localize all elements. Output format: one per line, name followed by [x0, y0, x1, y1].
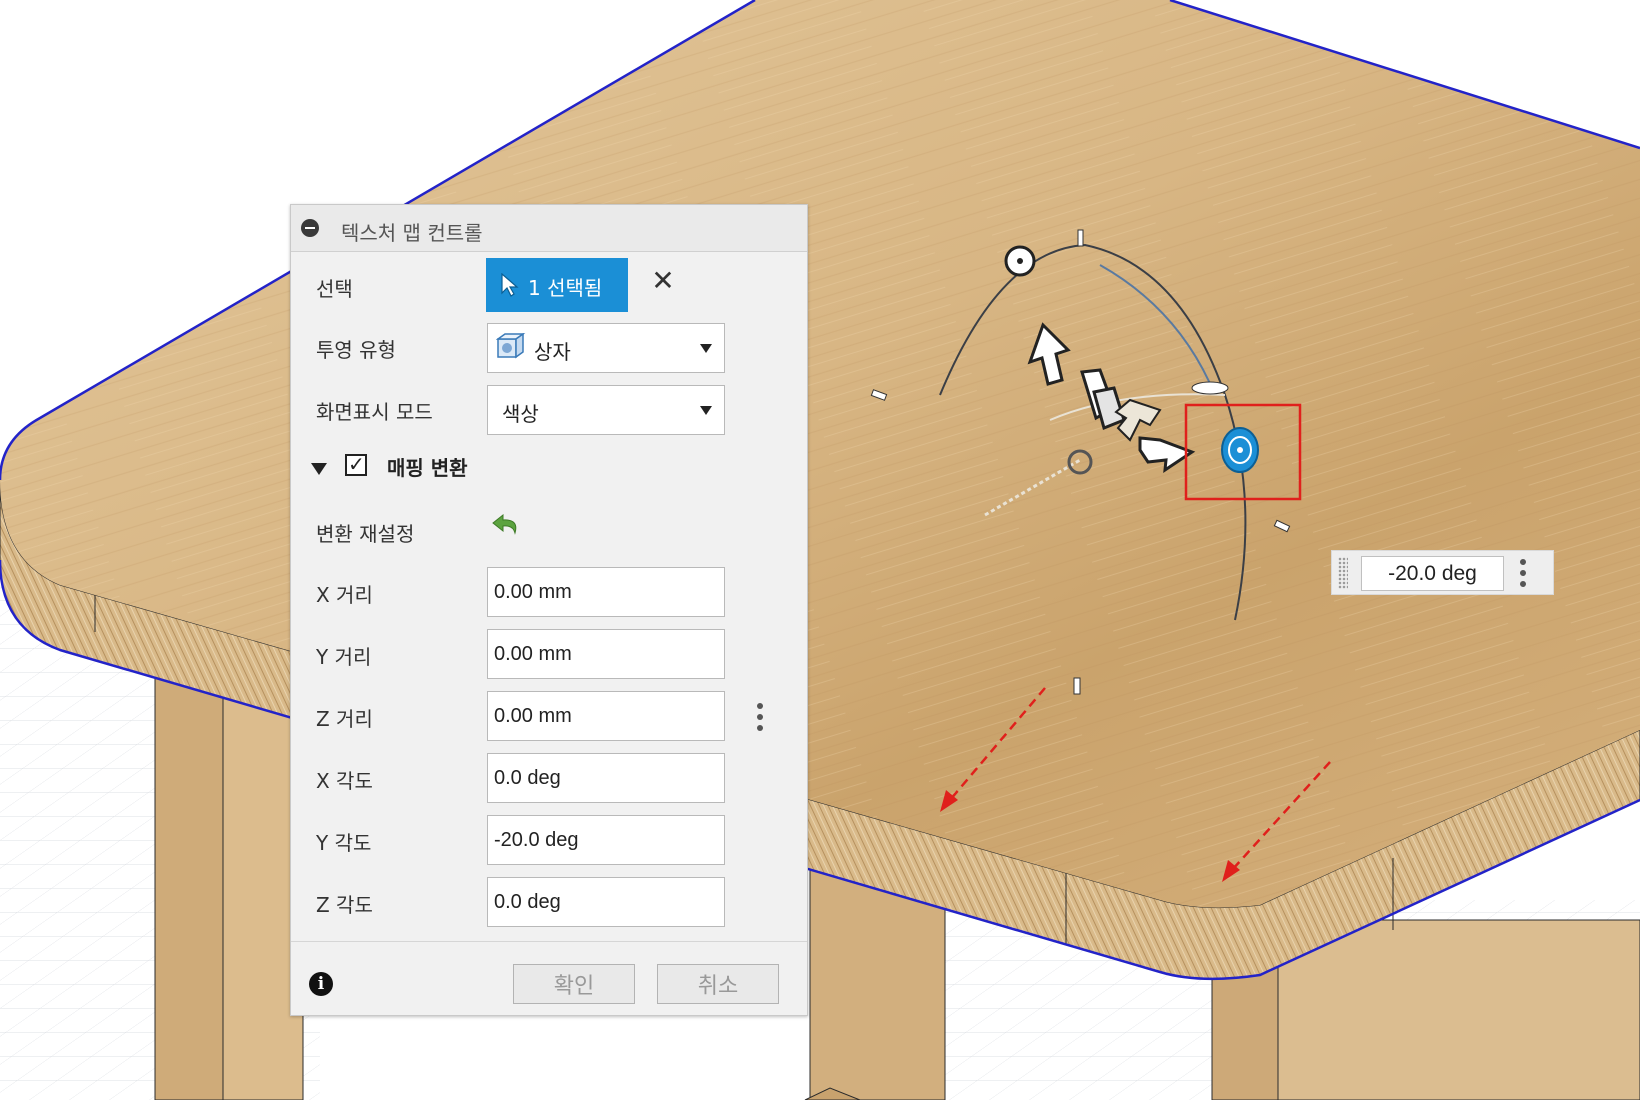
- collapse-icon[interactable]: [301, 219, 319, 237]
- panel-title: 텍스처 맵 컨트롤: [341, 221, 483, 245]
- angle-value-popup: [1331, 550, 1554, 595]
- z-distance-label: Z 거리: [316, 707, 373, 731]
- cursor-icon: [501, 273, 519, 297]
- y-distance-input[interactable]: [487, 629, 725, 679]
- x-distance-label: X 거리: [316, 583, 373, 607]
- x-distance-input[interactable]: [487, 567, 725, 617]
- cancel-button[interactable]: 취소: [657, 964, 779, 1004]
- selection-button[interactable]: 1 선택됨: [486, 258, 628, 312]
- table-leg: [809, 869, 946, 1100]
- clear-selection-icon[interactable]: ✕: [649, 267, 677, 295]
- box-projection-icon: [496, 333, 526, 359]
- x-angle-label: X 각도: [316, 769, 373, 793]
- panel-header[interactable]: 텍스처 맵 컨트롤: [291, 205, 807, 252]
- more-options-icon[interactable]: [1519, 559, 1527, 587]
- ok-button[interactable]: 확인: [513, 964, 635, 1004]
- panel-footer: i 확인 취소: [291, 941, 807, 1016]
- drag-handle-icon[interactable]: [1338, 557, 1348, 589]
- texture-map-panel: 텍스처 맵 컨트롤 선택 1 선택됨 ✕ 투영 유형 상자 화면표시 모드 색상…: [290, 204, 808, 1016]
- y-angle-label: Y 각도: [316, 831, 372, 855]
- chevron-down-icon: [700, 406, 712, 415]
- table-leg-side: [1277, 919, 1640, 1100]
- reset-transform-label: 변환 재설정: [316, 522, 415, 546]
- display-mode-dropdown[interactable]: 색상: [487, 385, 725, 435]
- selection-label: 선택: [316, 277, 353, 301]
- info-icon[interactable]: i: [309, 972, 333, 996]
- z-angle-label: Z 각도: [316, 893, 373, 917]
- section-collapse-icon[interactable]: [311, 463, 327, 475]
- projection-type-value: 상자: [534, 340, 571, 364]
- reset-icon[interactable]: [489, 509, 523, 541]
- z-angle-input[interactable]: [487, 877, 725, 927]
- x-angle-input[interactable]: [487, 753, 725, 803]
- chevron-down-icon: [700, 344, 712, 353]
- display-mode-label: 화면표시 모드: [316, 400, 433, 424]
- projection-type-label: 투영 유형: [316, 338, 396, 362]
- projection-type-dropdown[interactable]: 상자: [487, 323, 725, 373]
- z-distance-input[interactable]: [487, 691, 725, 741]
- y-distance-label: Y 거리: [316, 645, 372, 669]
- mapping-transform-checkbox[interactable]: [345, 452, 367, 476]
- y-angle-input[interactable]: [487, 815, 725, 865]
- mapping-transform-title: 매핑 변환: [387, 456, 468, 480]
- angle-input[interactable]: [1361, 556, 1504, 591]
- selection-count: 1 선택됨: [528, 276, 603, 300]
- table-leg: [1211, 959, 1279, 1100]
- more-options-icon[interactable]: [756, 703, 764, 731]
- display-mode-value: 색상: [502, 402, 539, 426]
- table-leg: [154, 659, 224, 1100]
